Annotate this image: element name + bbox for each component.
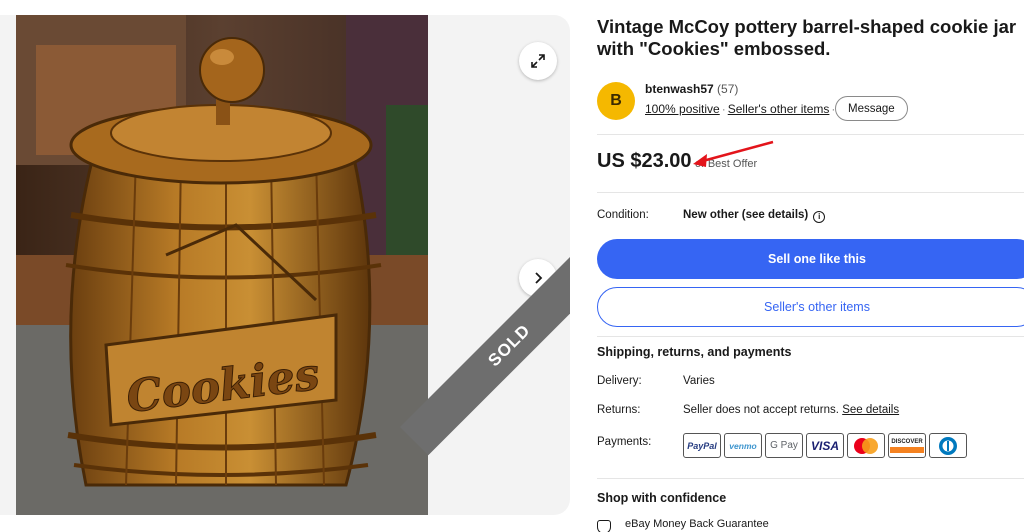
divider (597, 192, 1024, 193)
image-gallery: Cookies SOLD (0, 15, 570, 515)
seller-links: 100% positive · Seller's other items · (645, 102, 836, 116)
venmo-icon: venmo (724, 433, 762, 458)
delivery-label: Delivery: (597, 375, 642, 387)
paypal-icon: PayPal (683, 433, 721, 458)
seller-feedback-score: (57) (717, 82, 739, 96)
shipping-section-title: Shipping, returns, and payments (597, 345, 792, 359)
condition-label: Condition: (597, 209, 649, 221)
listing-details: Vintage McCoy pottery barrel-shaped cook… (597, 0, 1024, 532)
sold-label: SOLD (484, 320, 535, 371)
payments-label: Payments: (597, 436, 652, 448)
discover-icon: DISCOVER (888, 433, 926, 458)
returns-label: Returns: (597, 404, 641, 416)
returns-see-details-link[interactable]: See details (842, 404, 899, 416)
money-back-guarantee: eBay Money Back Guarantee (625, 518, 769, 530)
diners-club-icon (929, 433, 967, 458)
divider (597, 134, 1024, 135)
shield-icon (597, 520, 611, 532)
confidence-section-title: Shop with confidence (597, 491, 727, 505)
payment-methods: PayPal venmo G Pay VISA DISCOVER (683, 433, 967, 458)
seller-card: B btenwash57 (57) 100% positive · Seller's… (597, 80, 1024, 132)
price-row: US $23.00 or Best Offer (597, 150, 1024, 176)
google-pay-icon: G Pay (765, 433, 803, 458)
discover-label: DISCOVER (891, 438, 923, 445)
listing-title: Vintage McCoy pottery barrel-shaped cook… (597, 16, 1017, 59)
seller-name[interactable]: btenwash57 (645, 82, 714, 96)
seller-positive-link[interactable]: 100% positive (645, 102, 720, 116)
expand-icon (531, 54, 545, 68)
best-offer-label: or Best Offer (695, 158, 758, 170)
sellers-other-items-button[interactable]: Seller's other items (597, 287, 1024, 327)
item-price: US $23.00 (597, 150, 692, 172)
returns-value-line: Seller does not accept returns. See deta… (683, 404, 899, 416)
product-photo[interactable]: Cookies (16, 15, 428, 515)
visa-icon: VISA (806, 433, 844, 458)
divider (597, 478, 1024, 479)
divider (597, 336, 1024, 337)
expand-image-button[interactable] (519, 42, 557, 80)
seller-other-items-link[interactable]: Seller's other items (728, 102, 830, 116)
condition-value: New other (see details) (683, 209, 809, 221)
mastercard-icon (847, 433, 885, 458)
seller-name-line: btenwash57 (57) (645, 82, 738, 96)
seller-avatar[interactable]: B (597, 82, 635, 120)
delivery-value: Varies (683, 375, 715, 387)
condition-value-line: New other (see details) i (683, 209, 826, 223)
message-button[interactable]: Message (835, 96, 908, 121)
sell-one-like-this-button[interactable]: Sell one like this (597, 239, 1024, 279)
returns-value: Seller does not accept returns. (683, 404, 839, 416)
info-icon[interactable]: i (813, 211, 826, 223)
